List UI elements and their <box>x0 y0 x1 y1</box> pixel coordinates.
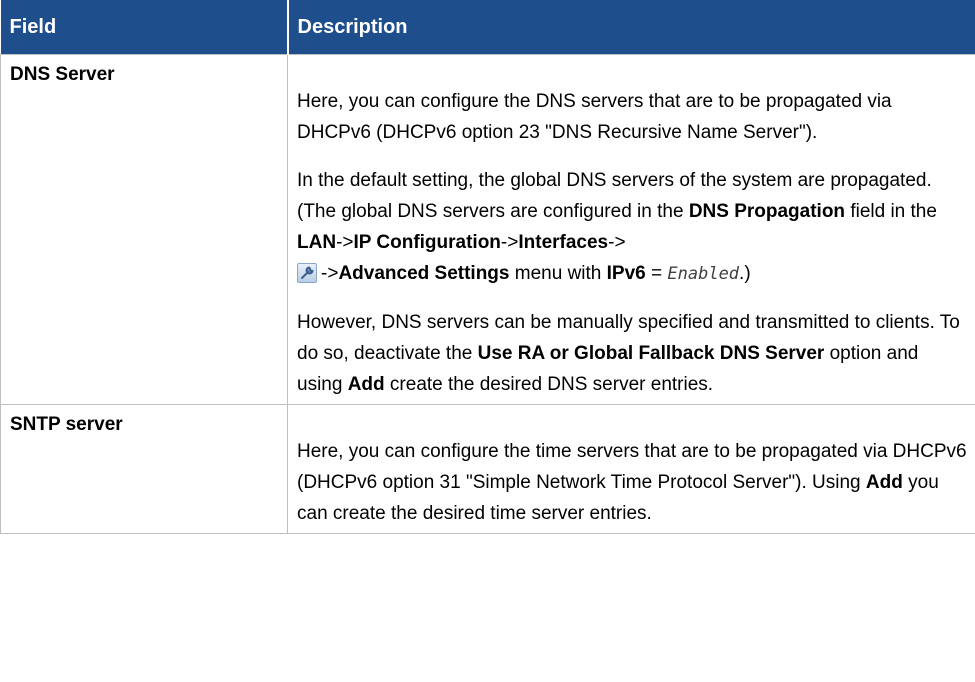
field-column-header: Field <box>0 0 289 55</box>
text: -> <box>608 232 626 253</box>
field-description-table: Field Description DNS Server Here, you c… <box>0 0 975 534</box>
wrench-icon <box>297 263 317 283</box>
text: menu with <box>509 263 607 284</box>
text: create the desired DNS server entries. <box>384 374 714 395</box>
field-name-sntp-server: SNTP server <box>0 404 288 534</box>
text: -> <box>321 263 339 284</box>
add-button-ref: Add <box>865 472 903 493</box>
text: = <box>645 263 668 284</box>
text: -> <box>336 232 354 253</box>
use-ra-fallback-option-ref: Use RA or Global Fallback DNS Server <box>477 343 825 364</box>
add-button-ref: Add <box>347 374 385 395</box>
ipv6-setting-ref: IPv6 <box>606 263 646 284</box>
dns-server-paragraph-3: However, DNS servers can be manually spe… <box>297 307 967 400</box>
field-name-dns-server: DNS Server <box>0 54 288 405</box>
advanced-settings-menu-ref: Advanced Settings <box>338 263 510 284</box>
interfaces-menu-ref: Interfaces <box>518 232 609 253</box>
dns-propagation-field-ref: DNS Propagation <box>688 201 846 222</box>
lan-menu-ref: LAN <box>297 232 337 253</box>
description-column-header: Description <box>287 0 975 55</box>
dns-server-paragraph-2: In the default setting, the global DNS s… <box>297 165 967 290</box>
text: .) <box>739 263 751 284</box>
table-row-dns-server: DNS Server Here, you can configure the D… <box>0 54 975 405</box>
enabled-value: Enabled <box>667 264 740 284</box>
text: -> <box>500 232 519 253</box>
table-row-sntp-server: SNTP server Here, you can configure the … <box>0 404 975 534</box>
table-header-row: Field Description <box>0 0 975 55</box>
dns-server-paragraph-1: Here, you can configure the DNS servers … <box>297 91 892 143</box>
ip-configuration-menu-ref: IP Configuration <box>353 232 501 253</box>
sntp-server-paragraph-1: Here, you can configure the time servers… <box>297 436 967 529</box>
description-sntp-server: Here, you can configure the time servers… <box>287 404 975 534</box>
description-dns-server: Here, you can configure the DNS servers … <box>287 54 975 405</box>
text: field in the <box>845 201 937 222</box>
